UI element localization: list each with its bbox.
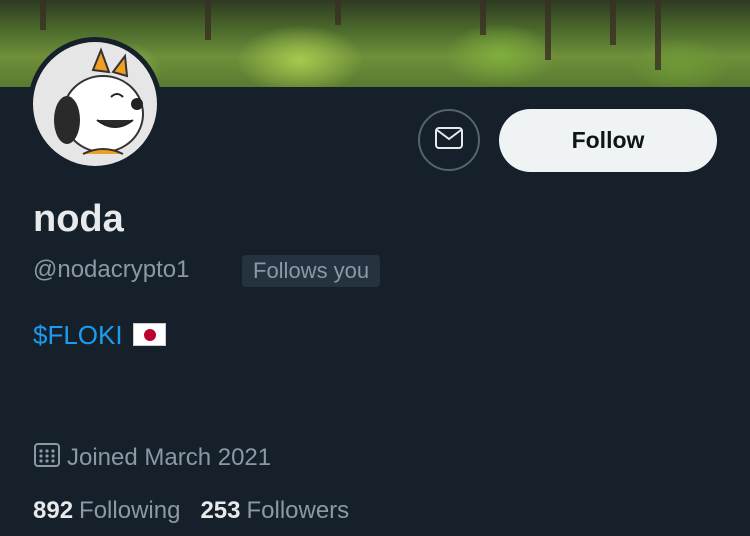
following-link[interactable]: 892 Following <box>33 497 180 525</box>
follow-button[interactable]: Follow <box>499 109 717 172</box>
calendar-icon <box>33 441 61 474</box>
followers-label: Followers <box>246 497 350 524</box>
japan-flag-icon <box>132 323 166 346</box>
message-button[interactable] <box>418 109 480 171</box>
follows-you-badge: Follows you <box>242 255 381 287</box>
following-count: 892 <box>33 497 74 524</box>
joined-date: Joined March 2021 <box>33 441 271 474</box>
follow-stats: 892 Following 253 Followers <box>33 497 369 525</box>
following-label: Following <box>79 497 181 524</box>
followers-link[interactable]: 253 Followers <box>200 497 349 525</box>
display-name: noda <box>33 198 124 240</box>
followers-count: 253 <box>200 497 241 524</box>
avatar[interactable] <box>28 37 162 171</box>
joined-label: Joined March 2021 <box>67 443 272 471</box>
envelope-icon <box>434 126 464 155</box>
username-handle: @nodacrypto1 <box>33 256 190 283</box>
cashtag-link[interactable]: $FLOKI <box>33 320 123 350</box>
bio: $FLOKI <box>33 320 166 351</box>
avatar-image <box>33 42 157 166</box>
